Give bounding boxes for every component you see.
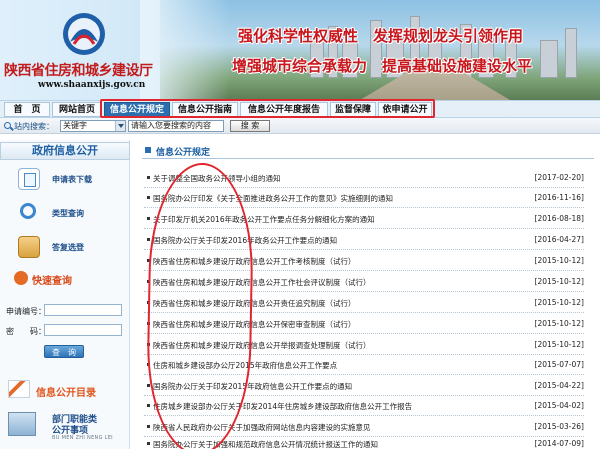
search-icon — [4, 122, 11, 129]
item-date: [2015-10-12] — [534, 319, 584, 328]
sidebar-link-replies[interactable]: 答复选登 — [0, 234, 130, 262]
bullet-icon — [147, 176, 150, 179]
sidebar-link-label[interactable]: 类型查询 — [52, 208, 84, 219]
search-type-select[interactable]: 关键字 — [60, 120, 126, 132]
search-input[interactable]: 请输入您要搜索的内容 — [128, 120, 224, 132]
box-icon — [18, 236, 40, 258]
pen-icon — [8, 380, 30, 398]
item-date: [2015-10-12] — [534, 340, 584, 349]
computer-icon — [8, 412, 36, 436]
section-title: 信息公开规定 — [156, 148, 211, 158]
search-button[interactable]: 搜 索 — [230, 120, 270, 132]
sidebar-link-label[interactable]: 答复选登 — [52, 242, 84, 253]
nav-home[interactable]: 首 页 — [4, 102, 50, 117]
red-highlight-box — [100, 99, 435, 118]
item-date: [2015-03-26] — [534, 422, 584, 431]
search-type-value: 关键字 — [63, 121, 87, 130]
header-banner: 陕西省住房和城乡建设厅 www.shaanxijs.gov.cn 强化科学性权威… — [0, 0, 600, 100]
quick-query-icon — [14, 271, 28, 285]
application-number-field[interactable] — [44, 304, 122, 316]
item-date: [2016-11-16] — [534, 193, 584, 202]
bullet-icon — [147, 442, 150, 445]
dept-functions-link[interactable]: 部门职能类 公开事项 BU MEN ZHI NENG LEI — [4, 410, 126, 446]
item-date: [2015-04-02] — [534, 401, 584, 410]
sidebar-link-form-download[interactable]: 申请表下载 — [0, 166, 130, 194]
bullet-icon — [147, 238, 150, 241]
sidebar-link-label[interactable]: 申请表下载 — [52, 174, 92, 185]
bullet-icon — [147, 425, 150, 428]
password-field[interactable] — [44, 324, 122, 336]
ministry-logo-icon — [63, 13, 105, 55]
slogan-line-1: 强化科学性权威性 发挥规划龙头引领作用 — [238, 27, 524, 45]
quick-query-heading: 快速查询 — [0, 268, 130, 288]
section-bullet-icon — [145, 147, 151, 153]
search-bar: 站内搜索： 关键字 请输入您要搜索的内容 搜 索 — [0, 118, 600, 134]
site-name: 陕西省住房和城乡建设厅 — [4, 63, 153, 79]
chevron-down-icon[interactable] — [115, 121, 125, 131]
item-date: [2016-08-18] — [534, 214, 584, 223]
item-date: [2014-07-09] — [534, 439, 584, 448]
item-date: [2015-07-07] — [534, 360, 584, 369]
item-date: [2015-04-22] — [534, 381, 584, 390]
search-label: 站内搜索： — [14, 122, 54, 131]
item-date: [2015-10-12] — [534, 256, 584, 265]
query-button[interactable]: 查 询 — [44, 345, 84, 358]
item-date: [2015-10-12] — [534, 298, 584, 307]
slogan-line-2: 增强城市综合承载力 提高基础设施建设水平 — [232, 57, 533, 75]
section-header: 信息公开规定 — [142, 143, 594, 159]
bullet-icon — [147, 196, 150, 199]
sidebar: 政府信息公开 申请表下载 类型查询 答复选登 快速查询 申请编号： 密 码： 查… — [0, 140, 130, 449]
sidebar-link-type-query[interactable]: 类型查询 — [0, 200, 130, 228]
item-date: [2016-04-27] — [534, 235, 584, 244]
dept-pinyin: BU MEN ZHI NENG LEI — [52, 435, 113, 441]
bullet-icon — [147, 404, 150, 407]
catalog-title[interactable]: 信息公开目录 — [36, 384, 96, 399]
magnifier-icon — [20, 203, 36, 219]
nav-site-home[interactable]: 网站首页 — [52, 102, 102, 117]
quick-query-title: 快速查询 — [32, 276, 72, 287]
site-url: www.shaanxijs.gov.cn — [38, 80, 146, 90]
item-date: [2015-10-12] — [534, 277, 584, 286]
form-icon — [18, 168, 40, 190]
sidebar-title: 政府信息公开 — [0, 142, 130, 160]
item-date: [2017-02-20] — [534, 173, 584, 182]
application-number-label: 申请编号： — [6, 307, 46, 316]
bullet-icon — [147, 217, 150, 220]
disclosure-catalog-link[interactable]: 信息公开目录 — [0, 378, 130, 400]
red-annotation-oval — [145, 162, 255, 449]
password-label: 密 码： — [6, 327, 46, 336]
